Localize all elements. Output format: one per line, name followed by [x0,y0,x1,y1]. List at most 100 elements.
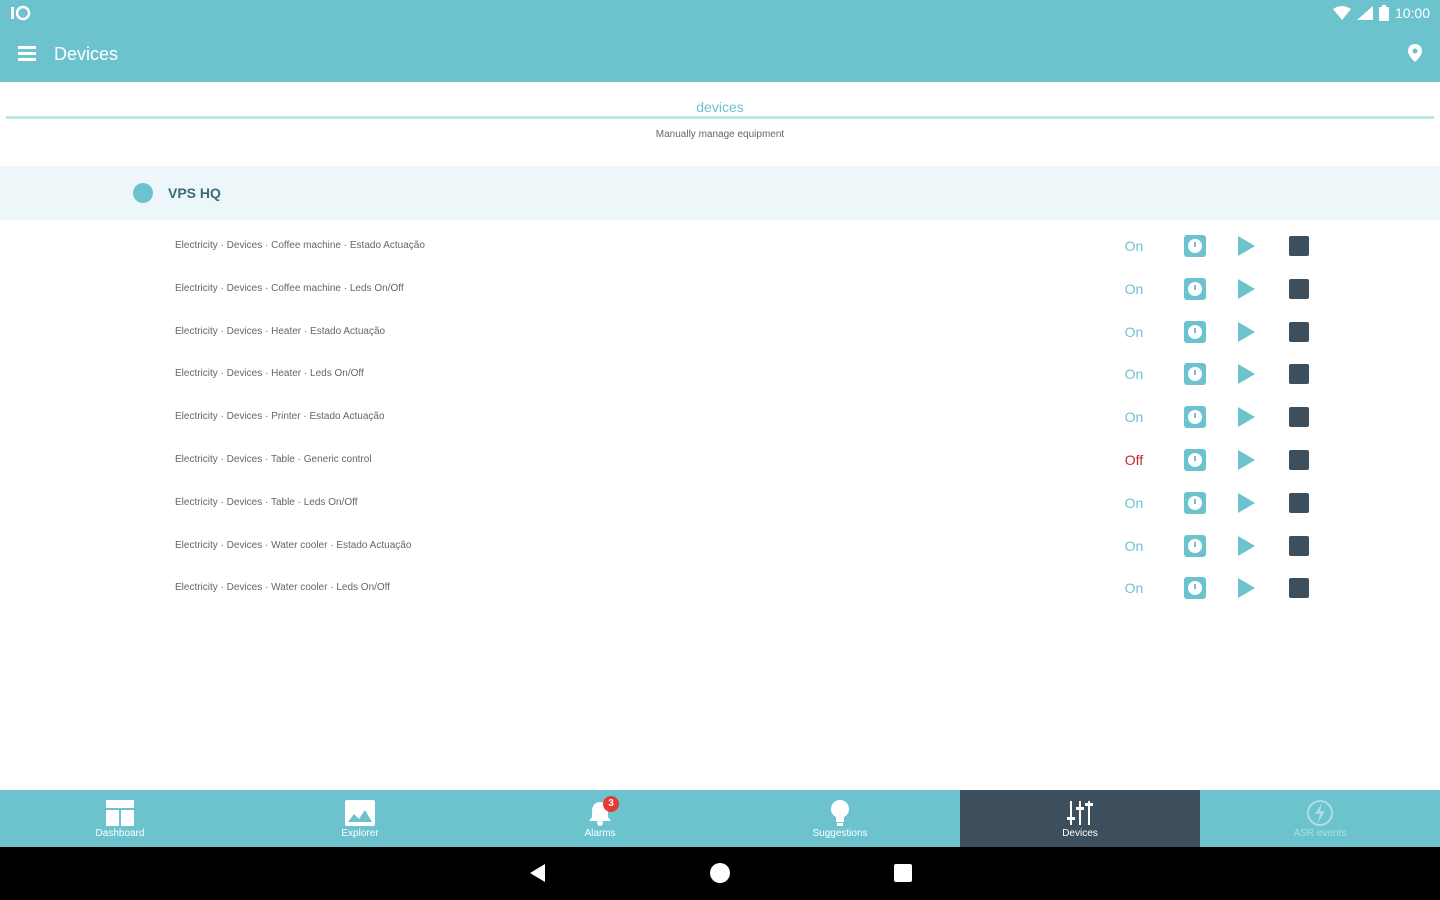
device-label: Electricity · Devices · Heater · Estado … [175,325,386,337]
signal-icon [1356,6,1373,20]
clock-icon [1188,324,1202,339]
back-icon[interactable] [530,864,545,882]
sliders-icon [1065,798,1095,828]
device-status: On [1124,494,1144,511]
clock-icon [1188,581,1202,596]
tab-dashboard[interactable]: Dashboard [0,790,240,847]
tab-label: Explorer [341,828,379,839]
device-row: Electricity · Devices · Water cooler · E… [0,525,1440,568]
clock-icon [1188,367,1202,382]
status-bar: 10:00 [0,0,1440,28]
device-label: Electricity · Devices · Water cooler · L… [175,582,391,594]
dashboard-icon [105,798,135,828]
device-row: Electricity · Devices · Table · Leds On/… [0,482,1440,525]
turn-on-button[interactable] [1238,449,1255,470]
device-status: On [1124,238,1144,254]
schedule-button[interactable] [1184,534,1206,557]
status-time: 10:00 [1394,5,1430,21]
status-icons: 10:00 [1332,5,1430,21]
device-status: On [1124,366,1144,383]
clock-icon [1188,452,1202,467]
tab-suggestions[interactable]: Suggestions [720,790,960,847]
turn-off-button[interactable] [1289,492,1309,513]
device-status: On [1124,580,1144,597]
turn-off-button[interactable] [1289,578,1309,599]
tab-asr-events[interactable]: ASR events [1200,790,1440,847]
lightbulb-icon [825,798,855,828]
turn-on-button[interactable] [1238,578,1255,599]
tab-label: Suggestions [812,828,868,839]
tab-alarms[interactable]: 3 Alarms [480,790,720,847]
turn-off-button[interactable] [1289,535,1309,556]
device-label: Electricity · Devices · Table · Leds On/… [175,496,358,508]
explorer-icon [345,798,375,828]
turn-off-button[interactable] [1289,236,1309,256]
device-status: On [1124,537,1144,554]
section-title: devices [696,99,744,115]
device-list: Electricity · Devices · Coffee machine ·… [0,225,1440,610]
device-label: Electricity · Devices · Water cooler · E… [175,539,412,551]
device-status: On [1124,280,1144,297]
schedule-button[interactable] [1184,491,1206,514]
device-label: Electricity · Devices · Heater · Leds On… [175,368,364,380]
schedule-button[interactable] [1184,320,1206,343]
clock-icon [1188,239,1202,253]
battery-icon [1378,5,1389,21]
menu-icon[interactable] [18,46,36,62]
device-label: Electricity · Devices · Printer · Estado… [175,411,385,423]
clock-icon [1188,538,1202,553]
tab-devices[interactable]: Devices [960,790,1200,847]
device-label: Electricity · Devices · Coffee machine ·… [175,240,425,251]
schedule-button[interactable] [1184,448,1206,471]
wifi-icon [1332,6,1351,20]
turn-off-button[interactable] [1289,364,1309,385]
data-saver-icon [10,5,32,25]
device-row: Electricity · Devices · Printer · Estado… [0,396,1440,439]
device-row: Electricity · Devices · Coffee machine ·… [0,268,1440,311]
clock-icon [1188,410,1202,425]
bottom-tab-bar: Dashboard Explorer 3 Alarms Suggestions … [0,790,1440,847]
device-row: Electricity · Devices · Table · Generic … [0,439,1440,482]
turn-off-button[interactable] [1289,449,1309,470]
recents-icon[interactable] [894,864,912,882]
schedule-button[interactable] [1184,235,1206,257]
tab-label: Dashboard [95,828,145,839]
location-pin-icon[interactable] [1408,44,1422,67]
turn-on-button[interactable] [1238,535,1255,556]
home-icon[interactable] [710,863,730,883]
device-label: Electricity · Devices · Table · Generic … [175,453,372,465]
device-row: Electricity · Devices · Heater · Leds On… [0,353,1440,396]
schedule-button[interactable] [1184,577,1206,600]
section-subtitle: Manually manage equipment [655,129,785,140]
device-status: Off [1124,451,1144,468]
turn-on-button[interactable] [1238,278,1255,299]
schedule-button[interactable] [1184,406,1206,429]
section-header: devices Manually manage equipment [0,82,1440,164]
section-divider [6,116,1434,119]
turn-on-button[interactable] [1238,364,1255,385]
turn-on-button[interactable] [1238,492,1255,513]
turn-on-button[interactable] [1238,236,1255,256]
device-row: Electricity · Devices · Heater · Estado … [0,311,1440,354]
app-bar: Devices [0,28,1440,82]
device-row: Electricity · Devices · Water cooler · L… [0,567,1440,610]
tab-label: Devices [1062,828,1098,839]
schedule-button[interactable] [1184,277,1206,300]
turn-off-button[interactable] [1289,407,1309,428]
bolt-icon [1305,798,1335,828]
device-status: On [1124,409,1144,426]
turn-on-button[interactable] [1238,407,1255,428]
bell-icon: 3 [585,796,619,828]
schedule-button[interactable] [1184,363,1206,386]
page-title: Devices [54,44,119,64]
clock-icon [1188,281,1202,296]
alarm-count-badge: 3 [603,796,619,812]
tab-label: ASR events [1293,828,1347,839]
group-header[interactable]: VPS HQ [0,166,1440,220]
turn-on-button[interactable] [1238,321,1255,342]
turn-off-button[interactable] [1289,278,1309,299]
turn-off-button[interactable] [1289,321,1309,342]
device-status: On [1124,323,1144,340]
tab-explorer[interactable]: Explorer [240,790,480,847]
clock-icon [1188,495,1202,510]
